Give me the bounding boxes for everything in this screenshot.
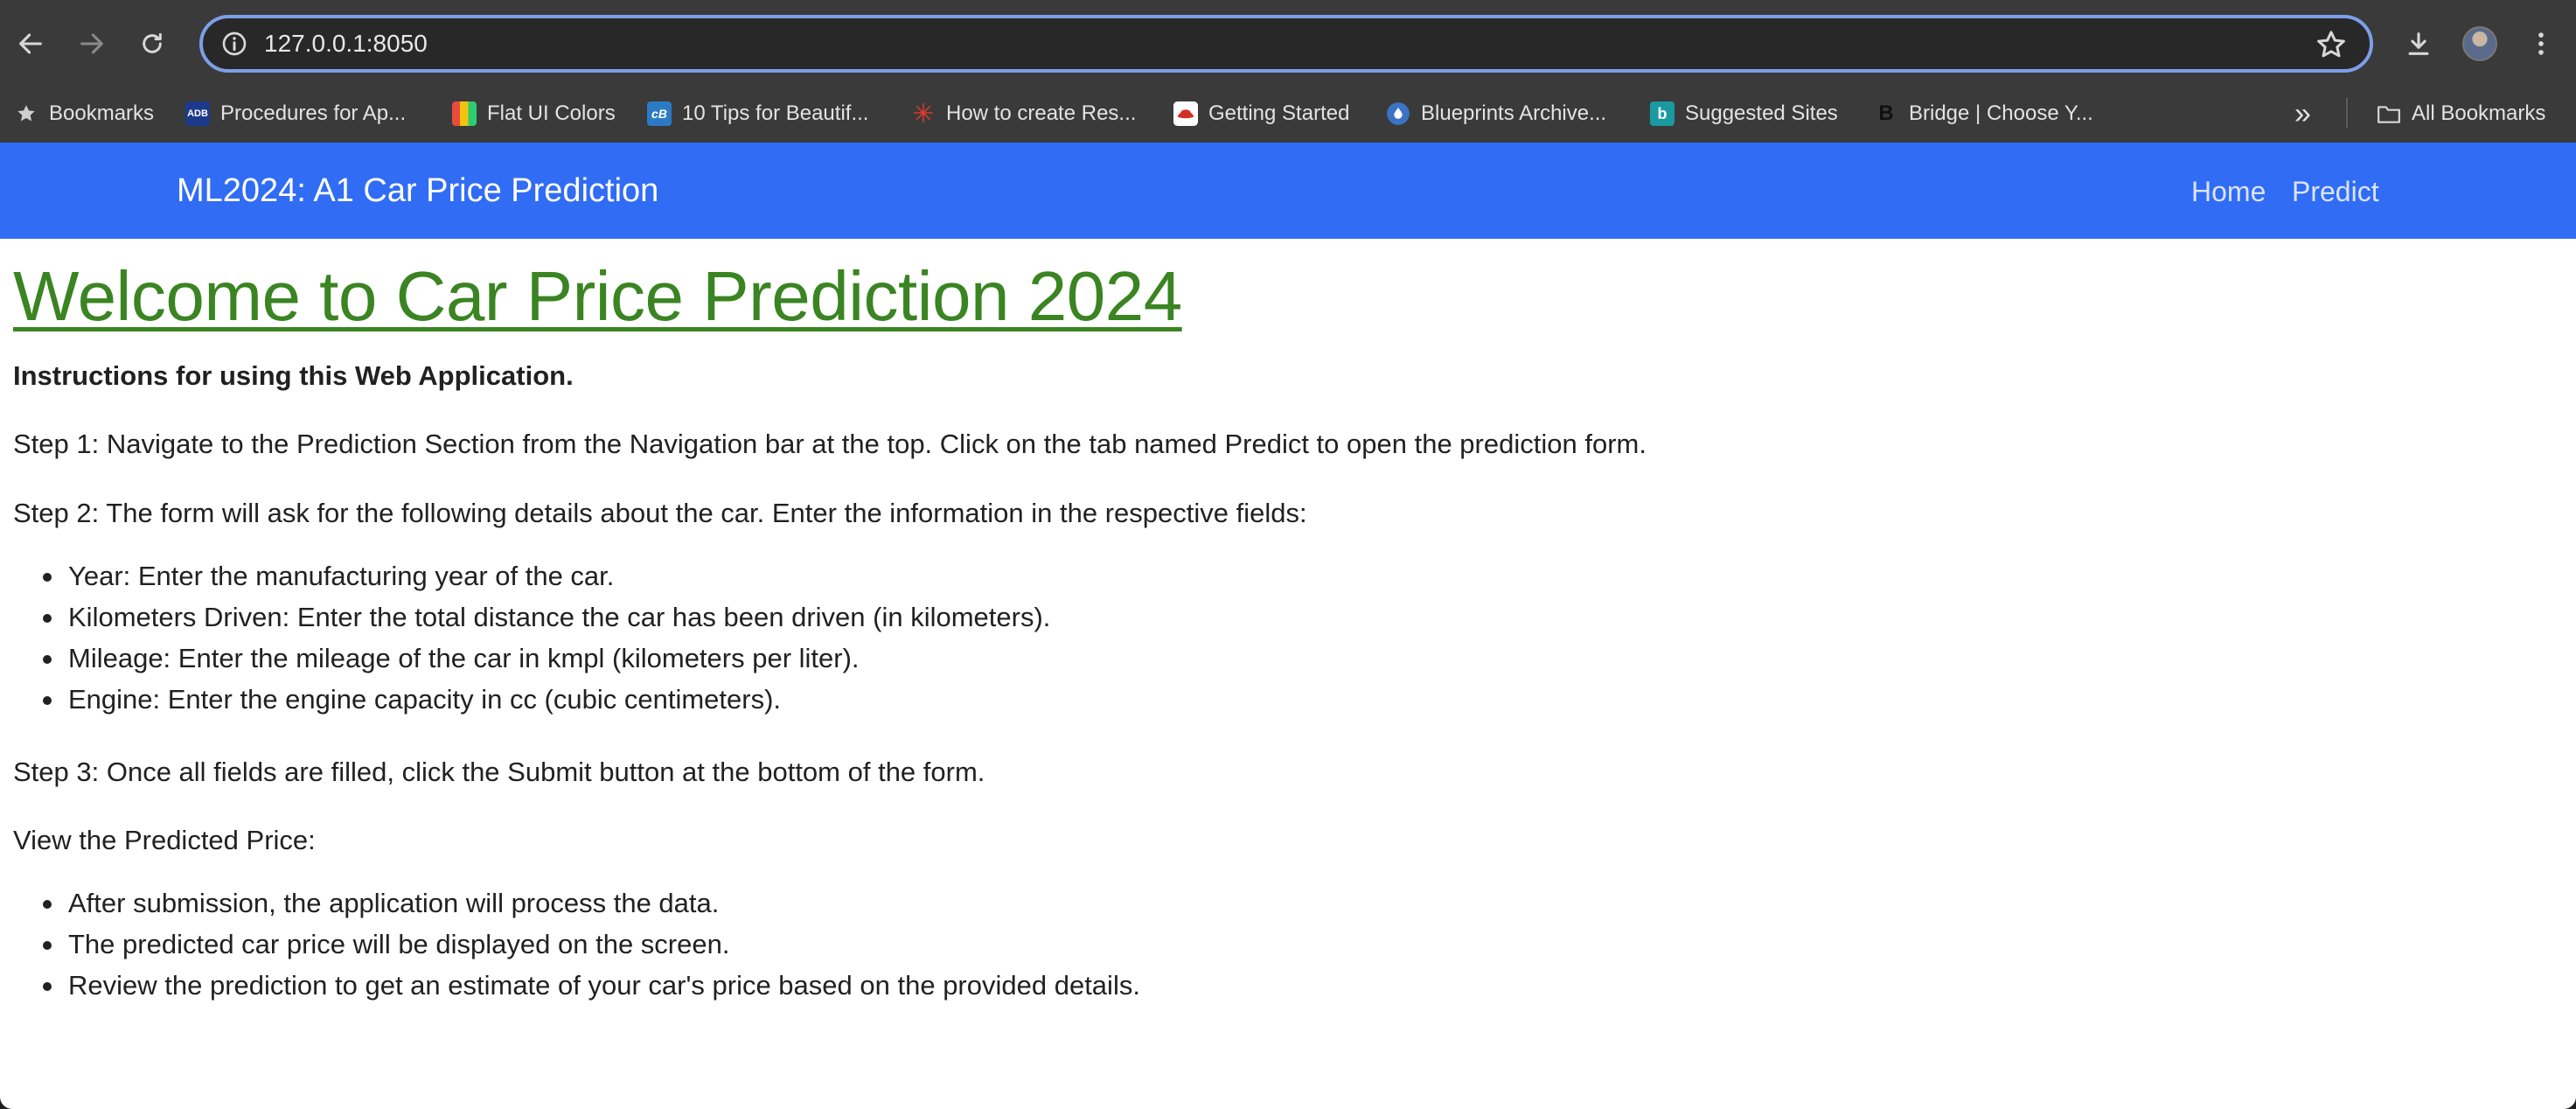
app-navbar: ML2024: A1 Car Price Prediction Home Pre… [0, 143, 2576, 239]
nav-link-predict[interactable]: Predict [2292, 174, 2379, 209]
bookmark-star-icon[interactable] [2314, 27, 2349, 62]
reload-icon [143, 32, 162, 53]
profile-avatar[interactable] [2462, 26, 2497, 61]
list-item: Year: Enter the manufacturing year of th… [13, 555, 1050, 596]
all-bookmarks-button[interactable]: All Bookmarks [2377, 94, 2545, 133]
redhat-icon [1173, 101, 1198, 126]
drop-icon [1386, 101, 1410, 126]
flat-ui-colors-icon [452, 101, 477, 126]
view-predicted-heading: View the Predicted Price: [13, 825, 316, 855]
list-item: The predicted car price will be displaye… [13, 924, 1140, 965]
bing-icon: b [1650, 101, 1674, 126]
download-icon [2408, 32, 2429, 55]
bookmark-getting-started[interactable]: Getting Started [1173, 94, 1349, 133]
nav-link-home[interactable]: Home [2191, 174, 2266, 209]
list-item: After submission, the application will p… [13, 882, 1140, 924]
site-info-icon[interactable] [220, 30, 248, 58]
reload-button[interactable] [126, 17, 178, 70]
forward-button[interactable] [66, 17, 118, 70]
bookmarks-divider [2346, 98, 2348, 128]
step-2-text: Step 2: The form will ask for the follow… [13, 498, 1307, 528]
list-item: Kilometers Driven: Enter the total dista… [13, 596, 1050, 638]
instructions-heading: Instructions for using this Web Applicat… [13, 360, 574, 391]
bookmark-procedures[interactable]: ADB Procedures for Ap... [185, 94, 406, 133]
bookmark-bridge[interactable]: B Bridge | Choose Y... [1874, 94, 2093, 133]
back-button[interactable] [4, 17, 57, 70]
list-item: Review the prediction to get an estimate… [13, 965, 1140, 1006]
step-1-text: Step 1: Navigate to the Prediction Secti… [13, 429, 1647, 459]
bookmark-how-to-create[interactable]: ✳ How to create Res... [911, 94, 1136, 133]
browser-menu-button[interactable] [2515, 17, 2567, 70]
folder-icon [2377, 101, 2401, 126]
arrow-right-icon [80, 33, 103, 54]
address-bar[interactable]: 127.0.0.1:8050 [199, 15, 2373, 73]
bookmark-10-tips[interactable]: cB 10 Tips for Beautif... [647, 94, 868, 133]
page-title: Welcome to Car Price Prediction 2024 [13, 257, 1182, 335]
bookmarks-bar: Bookmarks ADB Procedures for Ap... Flat … [0, 87, 2576, 143]
list-item: Engine: Enter the engine capacity in cc … [13, 679, 1050, 720]
asterisk-icon: ✳ [912, 99, 935, 129]
browser-chrome: 127.0.0.1:8050 Bookmarks ADB Procedures … [0, 0, 2576, 143]
arrow-left-icon [19, 33, 42, 54]
bookmark-bookmarks[interactable]: Bookmarks [14, 94, 154, 133]
browser-toolbar: 127.0.0.1:8050 [0, 0, 2576, 87]
adb-icon: ADB [185, 101, 210, 126]
bridge-icon: B [1878, 101, 1894, 125]
star-icon [14, 101, 38, 126]
results-list: After submission, the application will p… [13, 882, 1140, 1006]
navbar-brand[interactable]: ML2024: A1 Car Price Prediction [177, 171, 658, 211]
cb-icon: cB [647, 101, 672, 126]
page-viewport: ML2024: A1 Car Price Prediction Home Pre… [0, 143, 2576, 1109]
bookmarks-overflow-button[interactable]: » [2294, 94, 2311, 133]
downloads-button[interactable] [2392, 17, 2445, 70]
bookmark-suggested-sites[interactable]: b Suggested Sites [1650, 94, 1838, 133]
url-text[interactable]: 127.0.0.1:8050 [264, 29, 428, 59]
bookmark-blueprints[interactable]: Blueprints Archive... [1386, 94, 1606, 133]
bookmark-flat-ui-colors[interactable]: Flat UI Colors [452, 94, 616, 133]
fields-list: Year: Enter the manufacturing year of th… [13, 555, 1050, 720]
step-3-text: Step 3: Once all fields are filled, clic… [13, 757, 985, 787]
more-vertical-icon [2538, 32, 2544, 55]
list-item: Mileage: Enter the mileage of the car in… [13, 638, 1050, 679]
